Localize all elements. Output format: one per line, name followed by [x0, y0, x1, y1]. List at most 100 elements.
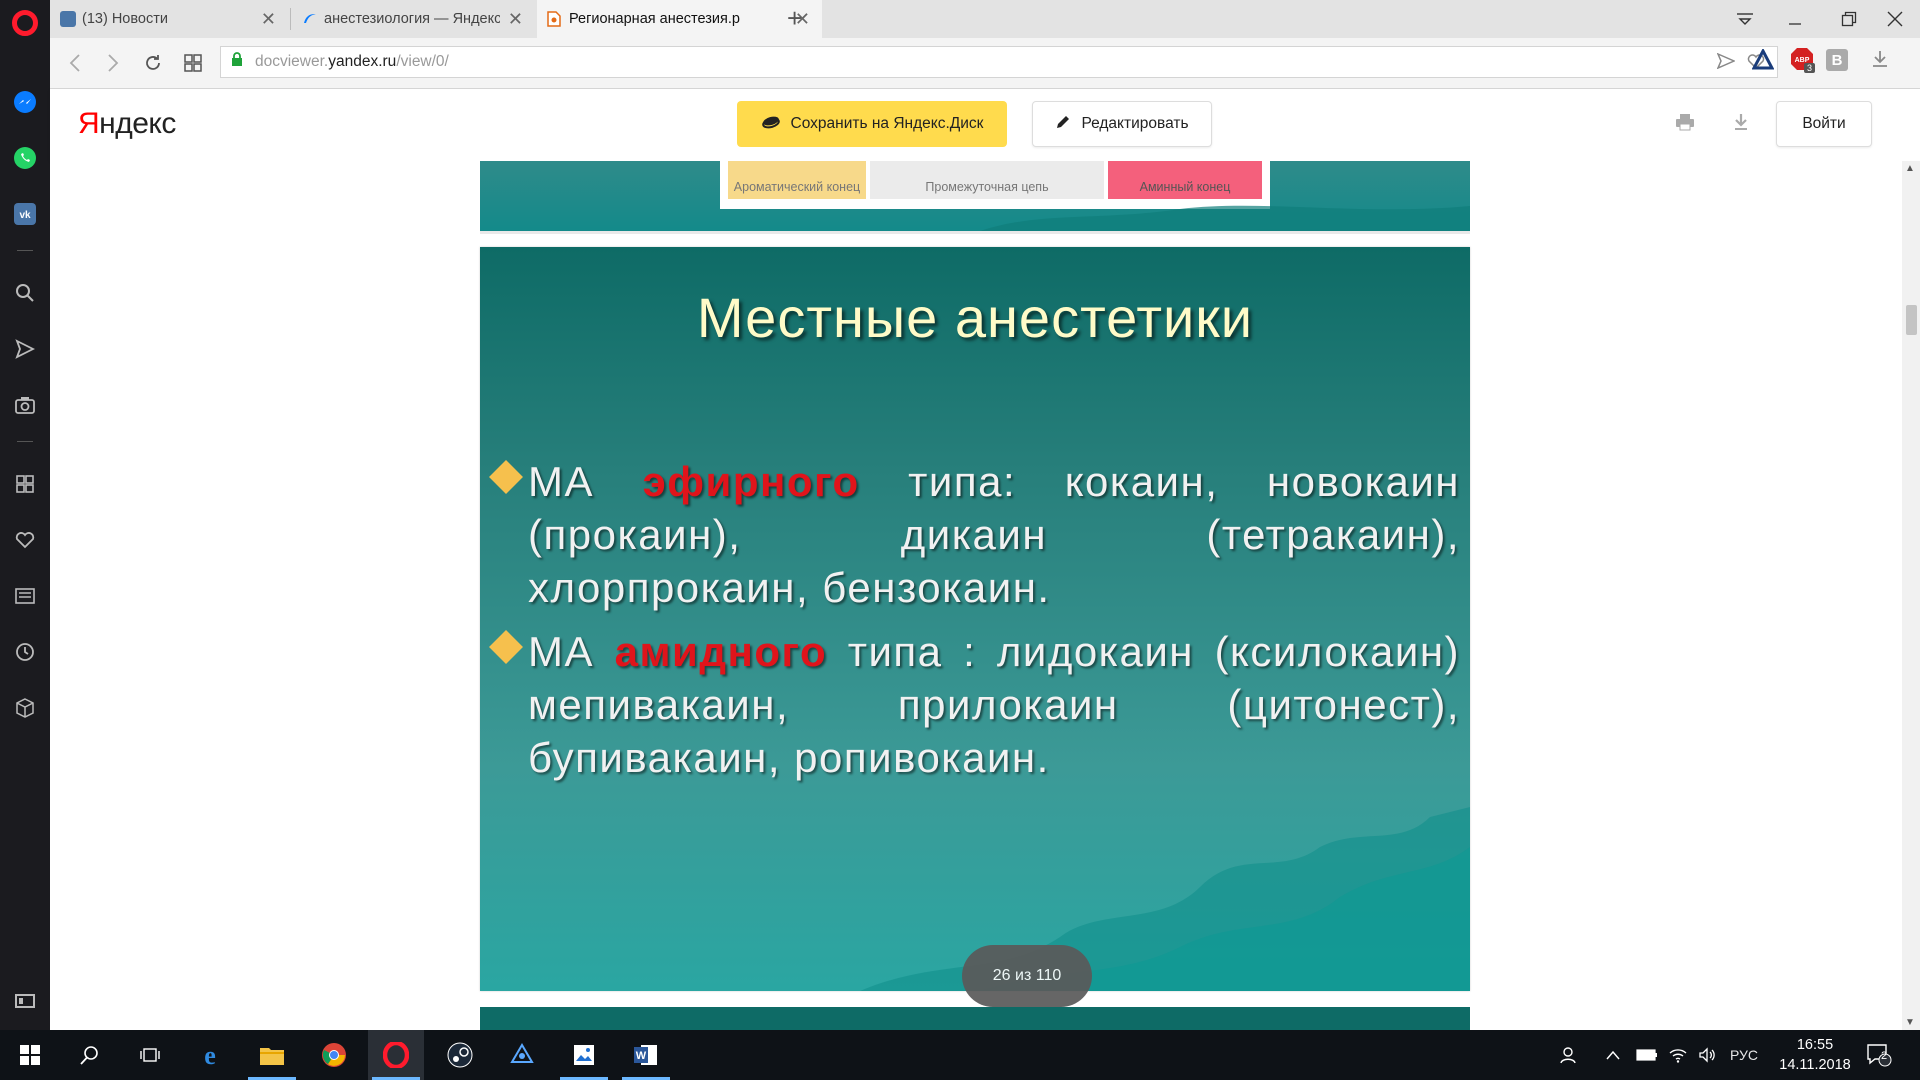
address-toolbar: docviewer. yandex.ru/view/0/ ABP 3 В — [50, 38, 1920, 89]
edit-label: Редактировать — [1081, 115, 1189, 132]
tab-yandex-search[interactable]: анестезиология — Яндекс ✕ — [292, 0, 535, 38]
clock[interactable]: 16:55 14.11.2018 — [1770, 1035, 1860, 1075]
vk-icon[interactable]: vk — [11, 200, 39, 228]
app-icon[interactable] — [494, 1030, 550, 1080]
edge-icon[interactable]: e — [182, 1030, 238, 1080]
bullet-amide: МА амидного типа : лидокаин (ксилокаин) … — [489, 625, 1460, 784]
bullet-emphasis: эфирного — [642, 458, 860, 505]
show-hidden-icons[interactable] — [1606, 1030, 1620, 1080]
forward-button[interactable] — [98, 48, 128, 78]
bullet-emphasis: амидного — [614, 628, 828, 675]
tab-menu-icon[interactable] — [1722, 0, 1768, 38]
messenger-icon[interactable] — [11, 88, 39, 116]
start-button[interactable] — [2, 1030, 58, 1080]
close-tab-icon[interactable]: ✕ — [508, 9, 523, 30]
tab-title: Регионарная анестезия.p — [569, 11, 740, 27]
next-slide — [480, 1007, 1470, 1030]
wifi-icon[interactable] — [1668, 1030, 1688, 1080]
vk-icon — [60, 11, 76, 27]
sidebar-divider — [17, 250, 33, 251]
url-prefix: docviewer. — [255, 53, 329, 70]
reload-button[interactable] — [138, 48, 168, 78]
lock-icon — [231, 52, 243, 72]
send-icon[interactable] — [11, 335, 39, 363]
news-icon[interactable] — [11, 582, 39, 610]
adblock-count-badge: 3 — [1804, 63, 1816, 73]
tab-docviewer[interactable]: Регионарная анестезия.p ✕ — [537, 0, 822, 38]
aromatic-end-label: Ароматический конец — [728, 161, 866, 199]
send-page-icon[interactable] — [1716, 52, 1736, 74]
bullet-prefix: МА — [528, 628, 615, 675]
svg-text:e: e — [204, 1042, 216, 1068]
login-button[interactable]: Войти — [1776, 101, 1872, 147]
restore-button[interactable] — [1826, 0, 1872, 38]
sidebar-toggle-icon[interactable] — [15, 994, 35, 1008]
photos-icon[interactable] — [556, 1030, 612, 1080]
adblock-extension-icon[interactable]: ABP 3 — [1790, 47, 1818, 75]
windows-taskbar: e W РУС 16:55 14.11.2018 2 — [0, 1030, 1920, 1080]
yandex-logo[interactable]: Яндекс — [78, 107, 176, 141]
camera-icon[interactable] — [11, 391, 39, 419]
battery-icon[interactable] — [1636, 1030, 1658, 1080]
search-icon[interactable] — [11, 279, 39, 307]
chrome-icon[interactable] — [306, 1030, 362, 1080]
scroll-down-icon[interactable]: ▼ — [1905, 1017, 1915, 1028]
opera-logo-icon[interactable] — [12, 10, 38, 36]
history-icon[interactable] — [11, 638, 39, 666]
opera-icon[interactable] — [368, 1030, 424, 1080]
action-center-icon[interactable]: 2 — [1866, 1030, 1892, 1080]
docviewer-icon — [547, 11, 563, 27]
chain-text: Промежуточная цепь — [925, 180, 1049, 195]
file-explorer-icon[interactable] — [244, 1030, 300, 1080]
minimize-button[interactable] — [1772, 0, 1818, 38]
back-button[interactable] — [60, 48, 90, 78]
scroll-up-icon[interactable]: ▲ — [1905, 163, 1915, 174]
save-to-disk-button[interactable]: Сохранить на Яндекс.Диск — [737, 101, 1007, 147]
tab-vk-news[interactable]: (13) Новости ✕ — [50, 0, 288, 38]
vertical-scrollbar[interactable]: ▲ ▼ — [1902, 161, 1920, 1030]
volume-icon[interactable] — [1698, 1030, 1718, 1080]
download-icon[interactable] — [1733, 113, 1749, 136]
close-window-button[interactable] — [1872, 0, 1918, 38]
close-tab-icon[interactable]: ✕ — [261, 9, 276, 30]
whatsapp-icon[interactable] — [11, 144, 39, 172]
document-viewer[interactable]: Ароматический конец Промежуточная цепь А… — [50, 161, 1920, 1030]
current-slide: Местные анестетики МА эфирного типа: кок… — [480, 247, 1470, 991]
speed-dial-icon[interactable] — [11, 470, 39, 498]
url-field[interactable]: docviewer. yandex.ru/view/0/ — [220, 46, 1778, 78]
vpn-extension-icon[interactable] — [1751, 47, 1775, 76]
scrollbar-thumb[interactable] — [1906, 305, 1917, 335]
edit-button[interactable]: Редактировать — [1032, 101, 1212, 147]
tab-title: (13) Новости — [82, 11, 168, 27]
people-icon[interactable] — [1560, 1030, 1580, 1080]
bullet-prefix: МА — [528, 458, 643, 505]
steam-icon[interactable] — [432, 1030, 488, 1080]
clock-time: 16:55 — [1796, 1037, 1834, 1053]
mountain-decoration — [860, 807, 1470, 991]
extensions-icon[interactable] — [11, 694, 39, 722]
url-path: /view/0/ — [396, 53, 449, 70]
logo-rest: ндекс — [99, 107, 176, 140]
slide-title: Местные анестетики — [696, 286, 1254, 349]
word-icon[interactable]: W — [618, 1030, 674, 1080]
extension-b-icon[interactable]: В — [1826, 49, 1848, 71]
search-icon[interactable] — [62, 1030, 118, 1080]
downloads-icon[interactable] — [1870, 49, 1890, 74]
logo-first-letter: Я — [78, 107, 100, 140]
svg-text:W: W — [636, 1050, 647, 1062]
save-label: Сохранить на Яндекс.Диск — [790, 115, 984, 132]
tabs-grid-icon[interactable] — [178, 48, 208, 78]
opera-sidebar: vk — [0, 0, 50, 1030]
print-icon[interactable] — [1675, 113, 1695, 136]
language-label: РУС — [1730, 1047, 1759, 1063]
new-tab-button[interactable]: + — [787, 4, 802, 32]
task-view-icon[interactable] — [122, 1030, 178, 1080]
heart-icon[interactable] — [11, 526, 39, 554]
extension-label: В — [1831, 51, 1843, 69]
aromatic-text: Ароматический конец — [733, 180, 861, 195]
amine-end-label: Аминный конец — [1108, 161, 1262, 199]
clock-date: 14.11.2018 — [1779, 1057, 1851, 1073]
language-indicator[interactable]: РУС — [1730, 1030, 1758, 1080]
login-label: Войти — [1802, 115, 1846, 132]
url-host: yandex.ru — [328, 53, 397, 70]
